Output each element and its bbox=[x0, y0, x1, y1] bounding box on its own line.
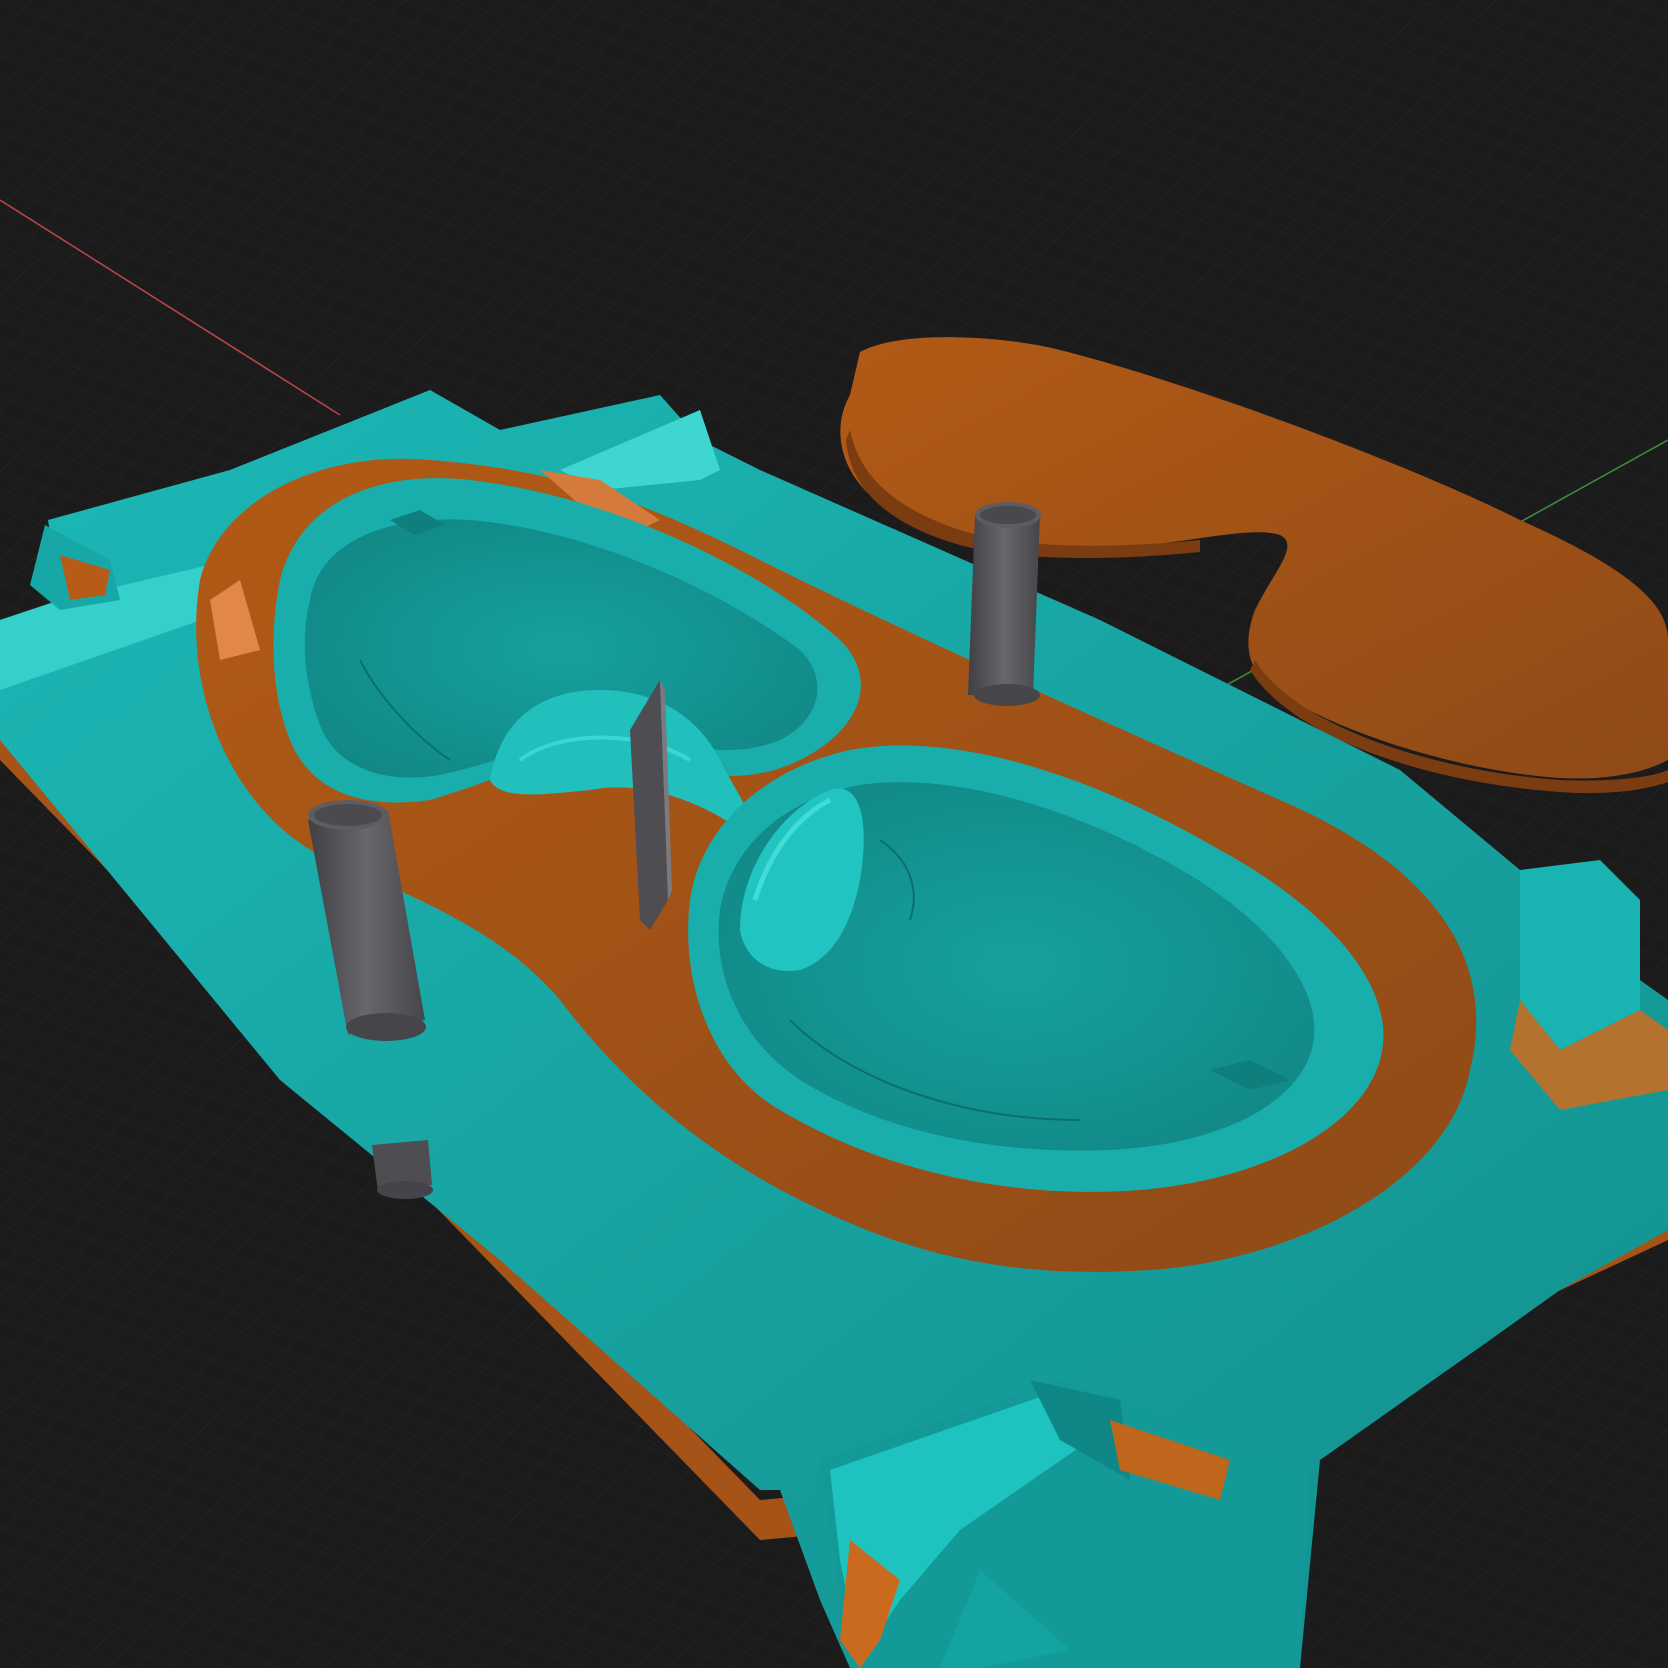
3d-viewport[interactable] bbox=[0, 0, 1668, 1668]
scene-canvas[interactable] bbox=[0, 0, 1668, 1668]
guide-pin-right[interactable] bbox=[968, 502, 1041, 706]
